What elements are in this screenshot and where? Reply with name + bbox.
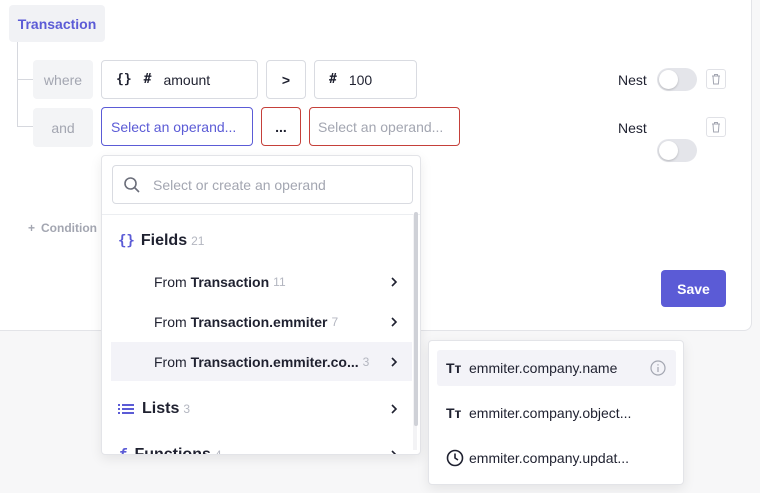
chevron-right-icon [391, 404, 398, 414]
nest-label: Nest [618, 120, 647, 136]
right-operand-field[interactable]: # 100 [314, 60, 417, 99]
submenu-item-label: emmiter.company.updat... [469, 450, 630, 466]
function-icon: ƒ [118, 447, 127, 455]
clock-icon [446, 449, 464, 467]
add-condition-label: Condition [41, 221, 97, 235]
logic-operator-where: where [33, 60, 93, 99]
list-icon [118, 404, 134, 414]
chevron-right-icon [391, 276, 398, 287]
chevron-right-icon [391, 356, 398, 367]
field-group-item[interactable]: From Transaction 11 [111, 262, 412, 301]
operand-search-input[interactable]: Select or create an operand [112, 165, 413, 204]
section-fields[interactable]: {} Fields 21 [118, 232, 204, 250]
right-operand-select[interactable]: Select an operand... [309, 107, 460, 146]
item-count: 3 [362, 354, 370, 369]
submenu-item[interactable]: Tт emmiter.company.name [437, 350, 676, 386]
section-label: Functions [134, 446, 211, 455]
tree-connector [17, 42, 18, 126]
left-operand-value: amount [163, 71, 211, 88]
search-icon [124, 176, 140, 193]
tree-connector [17, 126, 33, 127]
text-type-icon: Tт [446, 360, 462, 376]
section-lists[interactable]: Lists 3 [118, 400, 400, 418]
braces-icon: {} [116, 72, 132, 87]
section-count: 21 [191, 234, 205, 248]
plus-icon: + [28, 221, 36, 235]
item-prefix: From [154, 273, 191, 290]
item-count: 11 [273, 274, 286, 289]
field-submenu: Tт emmiter.company.name Tт emmiter.compa… [428, 340, 684, 485]
submenu-item[interactable]: emmiter.company.updat... [437, 440, 676, 476]
item-prefix: From [154, 353, 191, 370]
item-count: 7 [331, 314, 339, 329]
item-prefix: From [154, 313, 191, 330]
item-entity: Transaction [190, 273, 270, 290]
trash-icon [712, 74, 720, 85]
delete-condition-button[interactable] [706, 117, 726, 137]
right-operand-placeholder: Select an operand... [318, 118, 444, 135]
trash-icon [712, 122, 720, 133]
left-operand-field[interactable]: {} # amount [101, 60, 258, 99]
number-type-icon: # [143, 72, 152, 87]
info-icon[interactable] [650, 360, 666, 376]
text-type-icon: Tт [446, 405, 462, 421]
operand-dropdown: Select or create an operand {} Fields 21… [101, 155, 421, 455]
section-count: 4 [214, 448, 222, 455]
submenu-item-label: emmiter.company.name [469, 360, 618, 376]
add-condition-button[interactable]: + Condition [28, 221, 101, 235]
section-functions[interactable]: ƒ Functions 4 [118, 446, 400, 455]
field-group-item[interactable]: From Transaction.emmiter 7 [111, 302, 412, 341]
chevron-right-icon [391, 450, 397, 454]
nest-toggle[interactable] [657, 68, 697, 91]
section-count: 3 [183, 402, 191, 416]
braces-icon: {} [118, 233, 135, 249]
save-button[interactable]: Save [661, 270, 726, 307]
search-placeholder: Select or create an operand [153, 176, 326, 193]
section-label: Fields [140, 232, 188, 249]
item-entity: Transaction.emmiter.co... [190, 353, 359, 370]
nest-toggle[interactable] [657, 139, 697, 162]
logic-operator-and[interactable]: and [33, 108, 93, 147]
number-type-icon: # [329, 72, 337, 87]
section-label: Lists [142, 400, 180, 417]
root-entity-chip[interactable]: Transaction [9, 5, 105, 42]
scrollbar-thumb[interactable] [414, 212, 418, 426]
divider [102, 214, 420, 215]
right-operand-value: 100 [348, 71, 373, 88]
submenu-item[interactable]: Tт emmiter.company.object... [437, 395, 676, 431]
operator-select[interactable]: ... [261, 107, 301, 146]
item-entity: Transaction.emmiter [190, 313, 328, 330]
field-group-item[interactable]: From Transaction.emmiter.co... 3 [111, 342, 412, 381]
delete-condition-button[interactable] [706, 69, 726, 89]
operator-select[interactable]: > [266, 60, 306, 99]
tree-connector [17, 79, 33, 80]
left-operand-select[interactable]: Select an operand... [101, 107, 253, 146]
nest-label: Nest [618, 72, 647, 88]
chevron-right-icon [391, 316, 398, 327]
submenu-item-label: emmiter.company.object... [469, 405, 632, 421]
